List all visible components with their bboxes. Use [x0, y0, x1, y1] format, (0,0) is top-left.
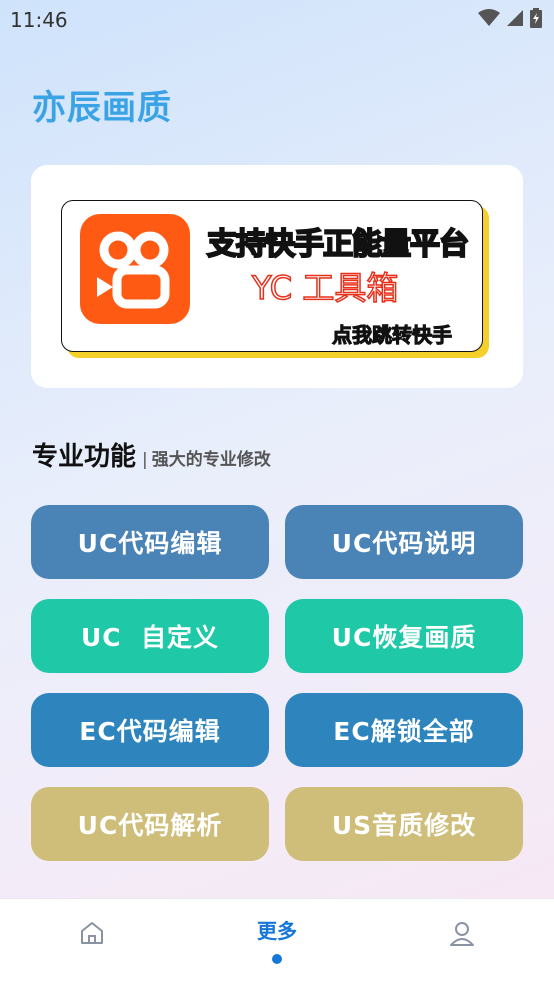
nav-home[interactable] [62, 919, 122, 969]
section-divider: | [142, 450, 148, 470]
bottom-nav: 更多 [0, 898, 554, 987]
nav-more-label: 更多 [257, 919, 297, 943]
uc-code-info-button[interactable]: UC代码说明 [285, 505, 523, 579]
banner-brand: YC 工具箱 [251, 268, 399, 308]
nav-more[interactable]: 更多 [237, 915, 317, 975]
uc-code-edit-button[interactable]: UC代码编辑 [31, 505, 269, 579]
app-title: 亦辰画质 [32, 88, 172, 128]
wifi-icon [478, 9, 500, 26]
uc-code-parse-button[interactable]: UC代码解析 [31, 787, 269, 861]
banner-card: 支持快手正能量平台 YC 工具箱 点我跳转快手 [31, 165, 523, 388]
status-icons [478, 8, 542, 28]
ec-unlock-all-button[interactable]: EC解锁全部 [285, 693, 523, 767]
signal-icon [507, 10, 523, 26]
uc-custom-button[interactable]: UC 自定义 [31, 599, 269, 673]
status-bar: 11:46 [0, 0, 554, 38]
kuaishou-logo-icon [80, 214, 190, 324]
section-subtitle: 强大的专业修改 [151, 450, 271, 470]
banner-headline: 支持快手正能量平台 [206, 226, 470, 263]
section-header: 专业功能 | 强大的专业修改 [32, 436, 271, 473]
us-audio-edit-button[interactable]: US音质修改 [285, 787, 523, 861]
banner-frame: 支持快手正能量平台 YC 工具箱 点我跳转快手 [61, 200, 483, 352]
uc-restore-quality-button[interactable]: UC恢复画质 [285, 599, 523, 673]
kuaishou-banner[interactable]: 支持快手正能量平台 YC 工具箱 点我跳转快手 [61, 200, 486, 355]
status-time: 11:46 [10, 8, 68, 32]
active-indicator-dot [272, 954, 282, 964]
home-icon [81, 922, 103, 944]
battery-icon [530, 8, 542, 28]
user-icon [450, 922, 474, 946]
banner-cta: 点我跳转快手 [332, 323, 453, 348]
section-title: 专业功能 [32, 442, 137, 472]
ec-code-edit-button[interactable]: EC代码编辑 [31, 693, 269, 767]
nav-profile[interactable] [432, 919, 492, 969]
